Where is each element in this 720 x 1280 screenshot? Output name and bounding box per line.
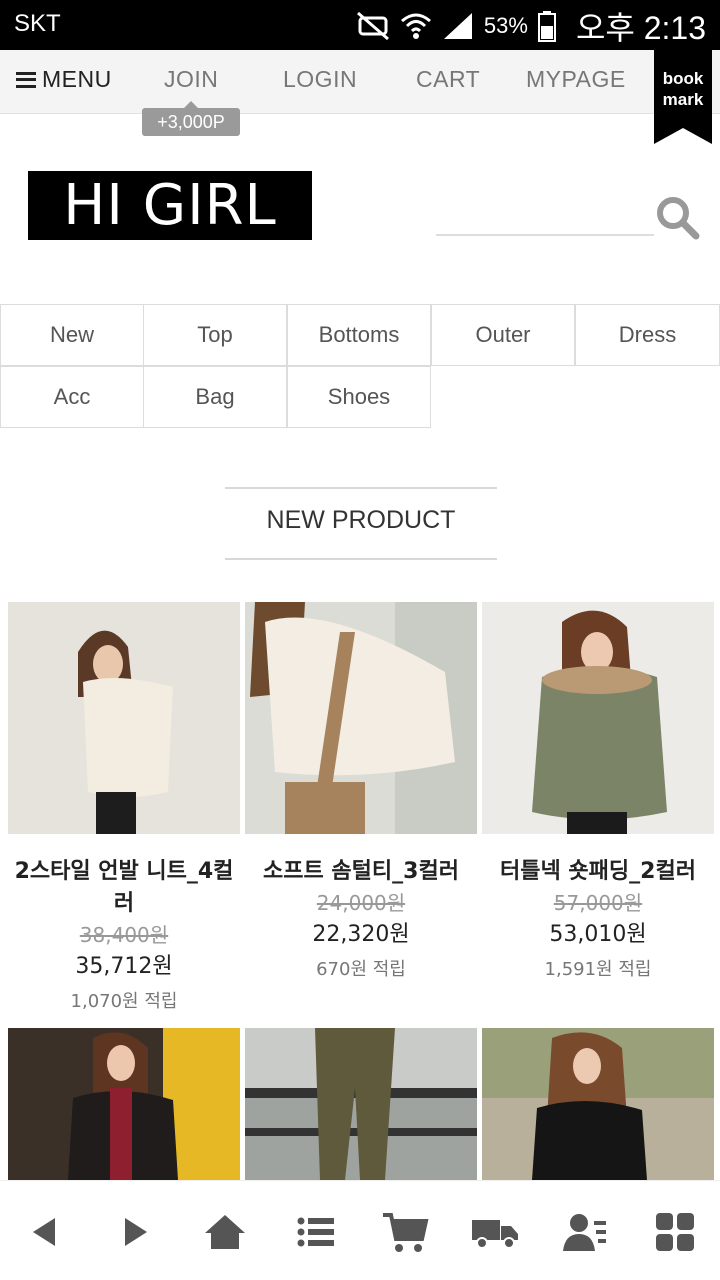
bottom-bar <box>0 1180 720 1280</box>
product-old-price: 38,400원 <box>79 923 169 947</box>
menu-label: MENU <box>42 66 112 92</box>
product-card[interactable]: 터틀넥 숏패딩_2컬러 57,000원 53,010원 1,591원 적립 <box>482 602 714 988</box>
product-image[interactable] <box>8 1028 240 1180</box>
category-new[interactable]: New <box>0 304 144 366</box>
category-outer[interactable]: Outer <box>431 304 575 366</box>
signal-icon <box>443 13 472 39</box>
bookmark-button[interactable]: book mark <box>654 50 712 144</box>
home-icon[interactable] <box>200 1207 250 1257</box>
category-dress[interactable]: Dress <box>575 304 720 366</box>
battery-percent: 53% <box>483 13 528 38</box>
product-image[interactable] <box>245 1028 477 1180</box>
product-points: 1,070원 적립 <box>70 991 178 1012</box>
category-bag[interactable]: Bag <box>143 366 287 428</box>
product-old-price: 57,000원 <box>553 891 643 915</box>
search-underline <box>436 234 654 236</box>
site-logo[interactable]: HI GIRL <box>28 171 312 240</box>
product-price: 53,010원 <box>549 922 647 947</box>
section-title: NEW PRODUCT <box>266 506 456 534</box>
bookmark-label-1: book <box>662 69 704 88</box>
product-name[interactable]: 소프트 솜털티_3컬러 <box>245 856 477 888</box>
mypage-link[interactable]: MYPAGE <box>526 66 626 93</box>
grid-icon[interactable] <box>650 1207 700 1257</box>
user-icon[interactable] <box>560 1207 610 1257</box>
wifi-icon <box>400 13 431 39</box>
category-shoes[interactable]: Shoes <box>287 366 431 428</box>
product-price: 35,712원 <box>75 954 173 979</box>
product-card[interactable]: 2스타일 언발 니트_4컬러 38,400원 35,712원 1,070원 적립 <box>8 602 240 1020</box>
section-divider-bottom <box>225 558 497 560</box>
bookmark-label-2: mark <box>662 90 704 109</box>
forward-icon[interactable] <box>110 1207 160 1257</box>
product-old-price: 24,000원 <box>316 891 406 915</box>
cart-link[interactable]: CART <box>416 66 480 93</box>
product-name[interactable]: 2스타일 언발 니트_4컬러 <box>8 856 240 920</box>
product-image[interactable] <box>482 1028 714 1180</box>
status-bar: SKT 53% 오후 2:13 <box>0 0 720 50</box>
hamburger-icon <box>16 71 36 88</box>
category-bottoms[interactable]: Bottoms <box>287 304 431 366</box>
category-top[interactable]: Top <box>143 304 287 366</box>
cart-icon[interactable] <box>380 1207 430 1257</box>
delivery-icon[interactable] <box>470 1207 520 1257</box>
join-points-badge: +3,000P <box>142 101 240 136</box>
carrier-label: SKT <box>14 10 61 37</box>
back-icon[interactable] <box>20 1207 70 1257</box>
battery-icon <box>537 11 556 42</box>
product-points: 670원 적립 <box>316 959 406 980</box>
product-price: 22,320원 <box>312 922 410 947</box>
clock: 오후 2:13 <box>575 10 706 46</box>
search-icon[interactable] <box>654 194 700 240</box>
login-link[interactable]: LOGIN <box>283 66 357 93</box>
product-image[interactable] <box>245 602 477 834</box>
mute-icon <box>356 11 389 41</box>
product-points: 1,591원 적립 <box>544 959 652 980</box>
join-link[interactable]: JOIN <box>164 66 218 93</box>
product-image[interactable] <box>482 602 714 834</box>
search-input[interactable] <box>436 196 654 234</box>
product-name[interactable]: 터틀넥 숏패딩_2컬러 <box>482 856 714 888</box>
section-divider-top <box>225 487 497 489</box>
product-image[interactable] <box>8 602 240 834</box>
top-nav: MENU JOIN LOGIN CART MYPAGE <box>0 50 720 114</box>
category-acc[interactable]: Acc <box>0 366 144 428</box>
menu-button[interactable]: MENU <box>16 66 112 93</box>
product-card[interactable]: 소프트 솜털티_3컬러 24,000원 22,320원 670원 적립 <box>245 602 477 988</box>
list-icon[interactable] <box>290 1207 340 1257</box>
